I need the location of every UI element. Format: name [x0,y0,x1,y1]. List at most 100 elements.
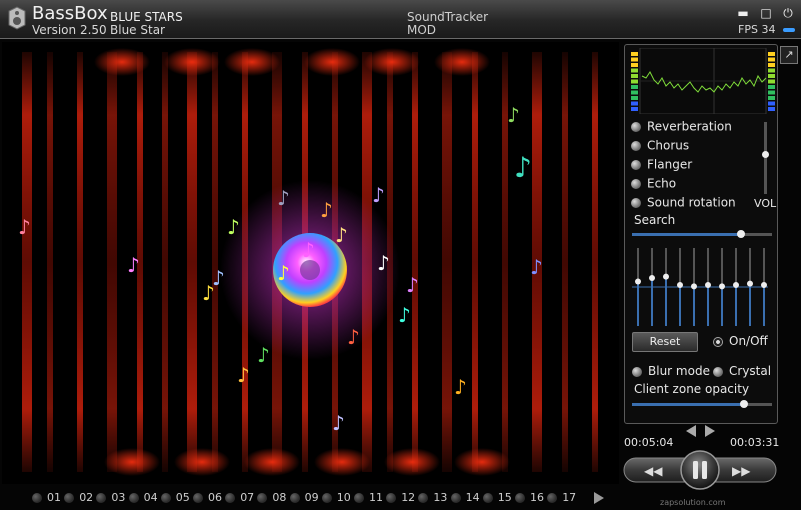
radio-icon[interactable] [713,366,723,377]
fast-forward-button[interactable]: ▶▶ [732,464,751,478]
eq-band-6-knob[interactable] [705,282,711,288]
eq-band-5-knob[interactable] [691,283,697,290]
detach-panel-button[interactable]: ↗ [780,46,798,64]
search-label: Search [634,213,676,227]
pattern-12[interactable]: 12 [386,491,418,505]
crystal-option[interactable]: Crystal [713,364,771,378]
music-note-icon: ♪ [18,215,31,239]
watermark: zapsolution.com [660,498,726,507]
pattern-03[interactable]: 03 [96,491,128,505]
title-bar[interactable]: BassBox BLUE STARS Version 2.50 Blue Sta… [0,0,801,39]
music-note-icon: ♪ [377,251,390,275]
track-name: BLUE STARS [110,10,183,24]
music-note-icon: ♪ [320,198,333,222]
radio-icon[interactable] [631,178,641,189]
restore-button[interactable]: □ [759,6,773,20]
radio-icon[interactable] [631,197,641,208]
pattern-indicator [160,493,171,503]
radio-icon[interactable] [631,140,641,151]
radio-icon[interactable] [713,336,723,347]
radio-icon[interactable] [631,159,641,170]
transport-controls: ◀◀ ▶▶ [623,450,777,490]
module-format: SoundTracker [407,10,489,24]
eq-band-8-knob[interactable] [733,282,739,288]
eq-band-2-knob[interactable] [649,275,655,281]
bassbox-window: BassBox BLUE STARS Version 2.50 Blue Sta… [0,0,801,510]
search-slider-knob[interactable] [737,230,745,238]
pause-icon [693,461,698,479]
pattern-indicator [450,493,461,503]
pattern-01[interactable]: 01 [32,491,64,505]
eq-band-10-knob[interactable] [761,282,767,288]
effect-option-flanger[interactable]: Flanger [631,157,692,175]
pattern-indicator [193,493,203,503]
pattern-04[interactable]: 04 [128,491,161,505]
opacity-slider[interactable] [632,400,772,408]
radio-icon[interactable] [632,366,642,377]
pattern-14[interactable]: 14 [450,491,483,505]
music-note-icon: ♪ [530,255,543,279]
pattern-07[interactable]: 07 [225,491,257,505]
next-track-icon[interactable] [705,425,715,437]
effect-option-echo[interactable]: Echo [631,176,676,194]
music-note-icon: ♪ [237,363,250,387]
eq-band-4-knob[interactable] [677,282,683,288]
music-note-icon: ♪ [277,261,290,285]
power-button[interactable]: ⏻ [781,6,795,20]
visualization-canvas: ♪♪♪♪ ♪♪ ♪♪♪ ♪♪♪♪♪ ♪♪♪♪♪ ♪♪♪ [18,48,598,476]
search-slider[interactable] [632,230,772,238]
app-name: BassBox [32,3,108,24]
pattern-10[interactable]: 10 [321,491,354,505]
rewind-button[interactable]: ◀◀ [644,464,663,478]
equalizer[interactable] [630,246,770,328]
eq-band-9-knob[interactable] [747,280,753,287]
music-note-icon: ♪ [454,375,467,399]
music-note-icon: ♪ [514,151,532,184]
pattern-17[interactable]: 17 [547,491,579,505]
pattern-13[interactable]: 13 [418,491,450,505]
minimize-button[interactable]: ▬ [736,6,750,20]
pause-button[interactable] [680,450,720,490]
pattern-indicator [289,493,300,503]
pattern-indicator [418,493,429,503]
blur-mode-option[interactable]: Blur mode [632,364,710,378]
pattern-indicator [32,493,42,503]
pattern-indicator [64,493,75,503]
eq-onoff-toggle[interactable]: On/Off [713,334,768,348]
pattern-06[interactable]: 06 [193,491,225,505]
music-note-icon: ♪ [227,215,240,239]
pattern-indicator [321,493,332,503]
pattern-indicator [96,493,107,503]
visualization-area[interactable]: ♪ ♪ ♪ ♪ ♪ ♪ ♪ ♪ ♪ ♪ ♪ ♪ ♪ ♪ ♪ ♪ ♪ ♪ ♪ ♪ ♪ ♪ [2,42,619,484]
pattern-11[interactable]: 11 [354,491,386,505]
next-patterns-icon[interactable] [594,492,604,504]
music-note-icon: ♪ [302,238,315,262]
eq-reset-button[interactable]: Reset [632,332,698,352]
previous-track-icon[interactable] [686,425,696,437]
pattern-indicator [386,493,397,503]
pattern-indicator [354,493,364,503]
effect-option-sound-rotation[interactable]: Sound rotation [631,195,736,213]
eq-band-3-knob[interactable] [663,273,669,280]
music-note-icon: ♪ [277,186,290,210]
music-note-icon: ♪ [372,183,385,207]
music-note-icon: ♪ [507,103,520,127]
pattern-08[interactable]: 08 [257,491,289,505]
opacity-slider-knob[interactable] [740,400,748,408]
effect-option-reverberation[interactable]: Reverberation [631,119,732,137]
skin-name: Blue Star [110,23,165,37]
eq-band-1-knob[interactable] [635,278,641,285]
rewind-icon: ◀◀ [644,464,663,478]
pattern-16[interactable]: 16 [515,491,547,505]
eq-band-7-knob[interactable] [719,283,725,290]
pattern-02[interactable]: 02 [64,491,96,505]
power-indicator [783,28,795,32]
pattern-indicator [547,493,558,503]
opacity-label: Client zone opacity [634,382,750,396]
pattern-05[interactable]: 05 [160,491,193,505]
pattern-09[interactable]: 09 [289,491,322,505]
radio-icon[interactable] [631,121,641,132]
pattern-15[interactable]: 15 [482,491,515,505]
effect-option-chorus[interactable]: Chorus [631,138,689,156]
oscilloscope [631,48,775,114]
